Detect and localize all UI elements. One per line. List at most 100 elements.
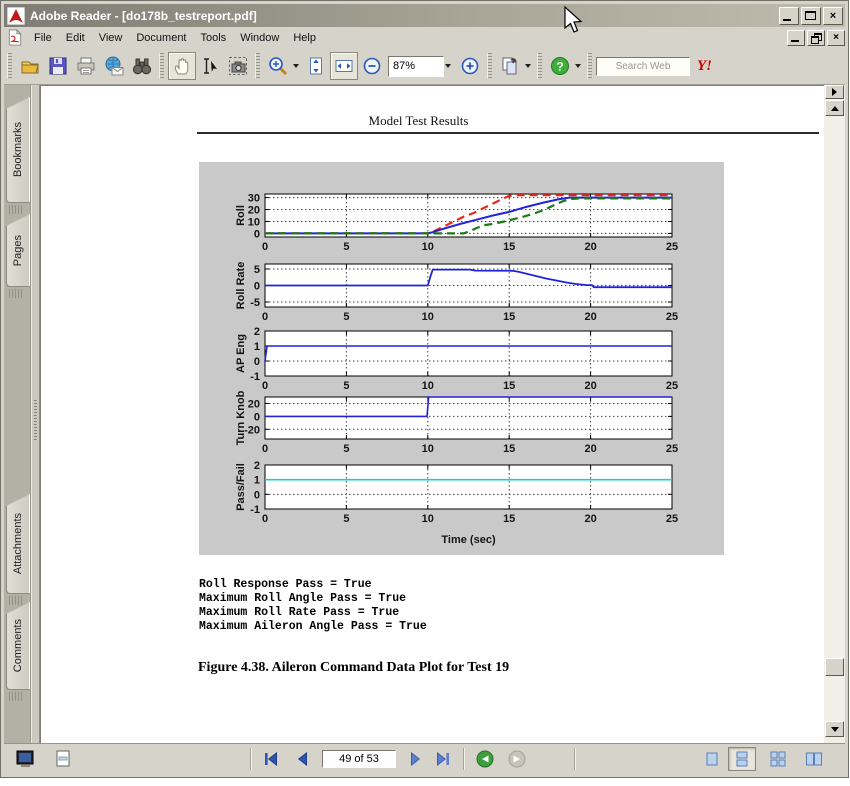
previous-page-icon [295,752,311,766]
scroll-thumb[interactable] [825,658,844,676]
pages-task-button[interactable] [496,52,524,80]
fit-width-button[interactable] [330,52,358,80]
next-view-button[interactable] [506,750,528,768]
hand-tool-button[interactable] [168,52,196,80]
scroll-down-button[interactable] [825,721,844,737]
doc-close-icon[interactable]: × [827,30,845,46]
menu-document[interactable]: Document [129,30,193,46]
tab-attachments[interactable]: Attachments [6,494,30,594]
select-text-button[interactable] [196,52,224,80]
zoom-out-button[interactable] [358,52,386,80]
svg-text:20: 20 [584,443,596,455]
previous-page-button[interactable] [292,750,314,768]
divider [463,748,465,770]
hand-icon [171,55,193,77]
toolbar-grip[interactable] [537,53,542,79]
doc-minimize-icon[interactable] [787,30,805,46]
toolbar-grip[interactable] [255,53,260,79]
figure-svg: 05101520250102030Roll0510152025-505Roll … [199,162,724,555]
toolbar-overflow-button[interactable] [825,85,844,99]
chevron-down-icon [831,727,839,732]
printer-icon [75,55,97,77]
vertical-scrollbar[interactable] [824,85,845,744]
svg-text:0: 0 [254,411,260,423]
help-button[interactable]: ? [546,52,574,80]
menu-help[interactable]: Help [286,30,323,46]
tab-grip [9,692,24,701]
monitor-icon [16,750,36,768]
svg-text:5: 5 [343,311,349,323]
pages-task-dropdown-icon[interactable] [525,64,531,68]
maximize-icon[interactable] [801,7,821,25]
zoom-in-button[interactable] [456,52,484,80]
svg-text:25: 25 [666,443,678,455]
first-page-icon [263,752,279,766]
doc-restore-icon[interactable] [807,30,825,46]
continuous-layout-button[interactable] [728,747,756,771]
svg-text:30: 30 [248,193,260,205]
menu-file[interactable]: File [27,30,59,46]
tab-grip [9,596,24,605]
help-dropdown-icon[interactable] [575,64,581,68]
tab-bookmarks[interactable]: Bookmarks [6,97,30,203]
toolbar-grip[interactable] [587,53,592,79]
search-button[interactable] [128,52,156,80]
menu-window[interactable]: Window [233,30,286,46]
text-select-icon [199,55,221,77]
save-button[interactable] [44,52,72,80]
print-button[interactable] [72,52,100,80]
toolbar: ? Y! [4,48,845,85]
svg-text:0: 0 [262,311,268,323]
toolbar-grip[interactable] [487,53,492,79]
tab-comments[interactable]: Comments [6,602,30,690]
zoom-tool-button[interactable] [264,52,292,80]
svg-text:10: 10 [422,513,434,525]
menu-view[interactable]: View [92,30,130,46]
svg-text:15: 15 [503,311,515,323]
continuous-facing-layout-button[interactable] [764,747,792,771]
fit-page-button[interactable] [302,52,330,80]
tab-pages[interactable]: Pages [6,214,30,287]
last-page-button[interactable] [432,750,454,768]
svg-text:15: 15 [503,241,515,253]
close-icon[interactable]: × [823,7,843,25]
email-button[interactable] [100,52,128,80]
zoom-tool-dropdown-icon[interactable] [293,64,299,68]
yahoo-icon[interactable]: Y! [697,58,712,75]
svg-text:5: 5 [254,264,260,276]
snapshot-button[interactable] [224,52,252,80]
tab-grip [9,205,24,214]
svg-text:0: 0 [262,241,268,253]
page-view-button[interactable] [16,750,36,773]
page-indicator[interactable] [322,749,396,767]
open-button[interactable] [16,52,44,80]
svg-text:15: 15 [503,513,515,525]
first-page-button[interactable] [260,750,282,768]
menu-edit[interactable]: Edit [59,30,92,46]
chevron-right-icon [832,88,837,96]
page-size-button[interactable] [54,750,72,773]
single-page-layout-button[interactable] [698,747,726,771]
menu-tools[interactable]: Tools [194,30,234,46]
facing-layout-button[interactable] [800,747,828,771]
svg-text:20: 20 [584,513,596,525]
next-page-icon [407,752,423,766]
svg-text:Roll Rate: Roll Rate [235,262,247,310]
zoom-level-dropdown-icon[interactable] [445,64,451,68]
svg-text:10: 10 [422,311,434,323]
svg-text:5: 5 [343,443,349,455]
svg-text:20: 20 [248,205,260,217]
toolbar-grip[interactable] [159,53,164,79]
minimize-icon[interactable] [779,7,799,25]
search-web-input[interactable] [596,57,690,76]
scroll-up-button[interactable] [825,100,844,116]
pane-splitter[interactable] [31,85,40,744]
save-floppy-icon [47,55,69,77]
next-page-button[interactable] [404,750,426,768]
pdf-document-icon [7,29,23,46]
previous-view-button[interactable] [474,750,496,768]
toolbar-grip[interactable] [7,53,12,79]
zoom-level-input[interactable] [388,56,444,77]
next-view-icon [508,750,526,768]
document-page: Model Test Results 05101520250102030Roll… [40,85,824,744]
